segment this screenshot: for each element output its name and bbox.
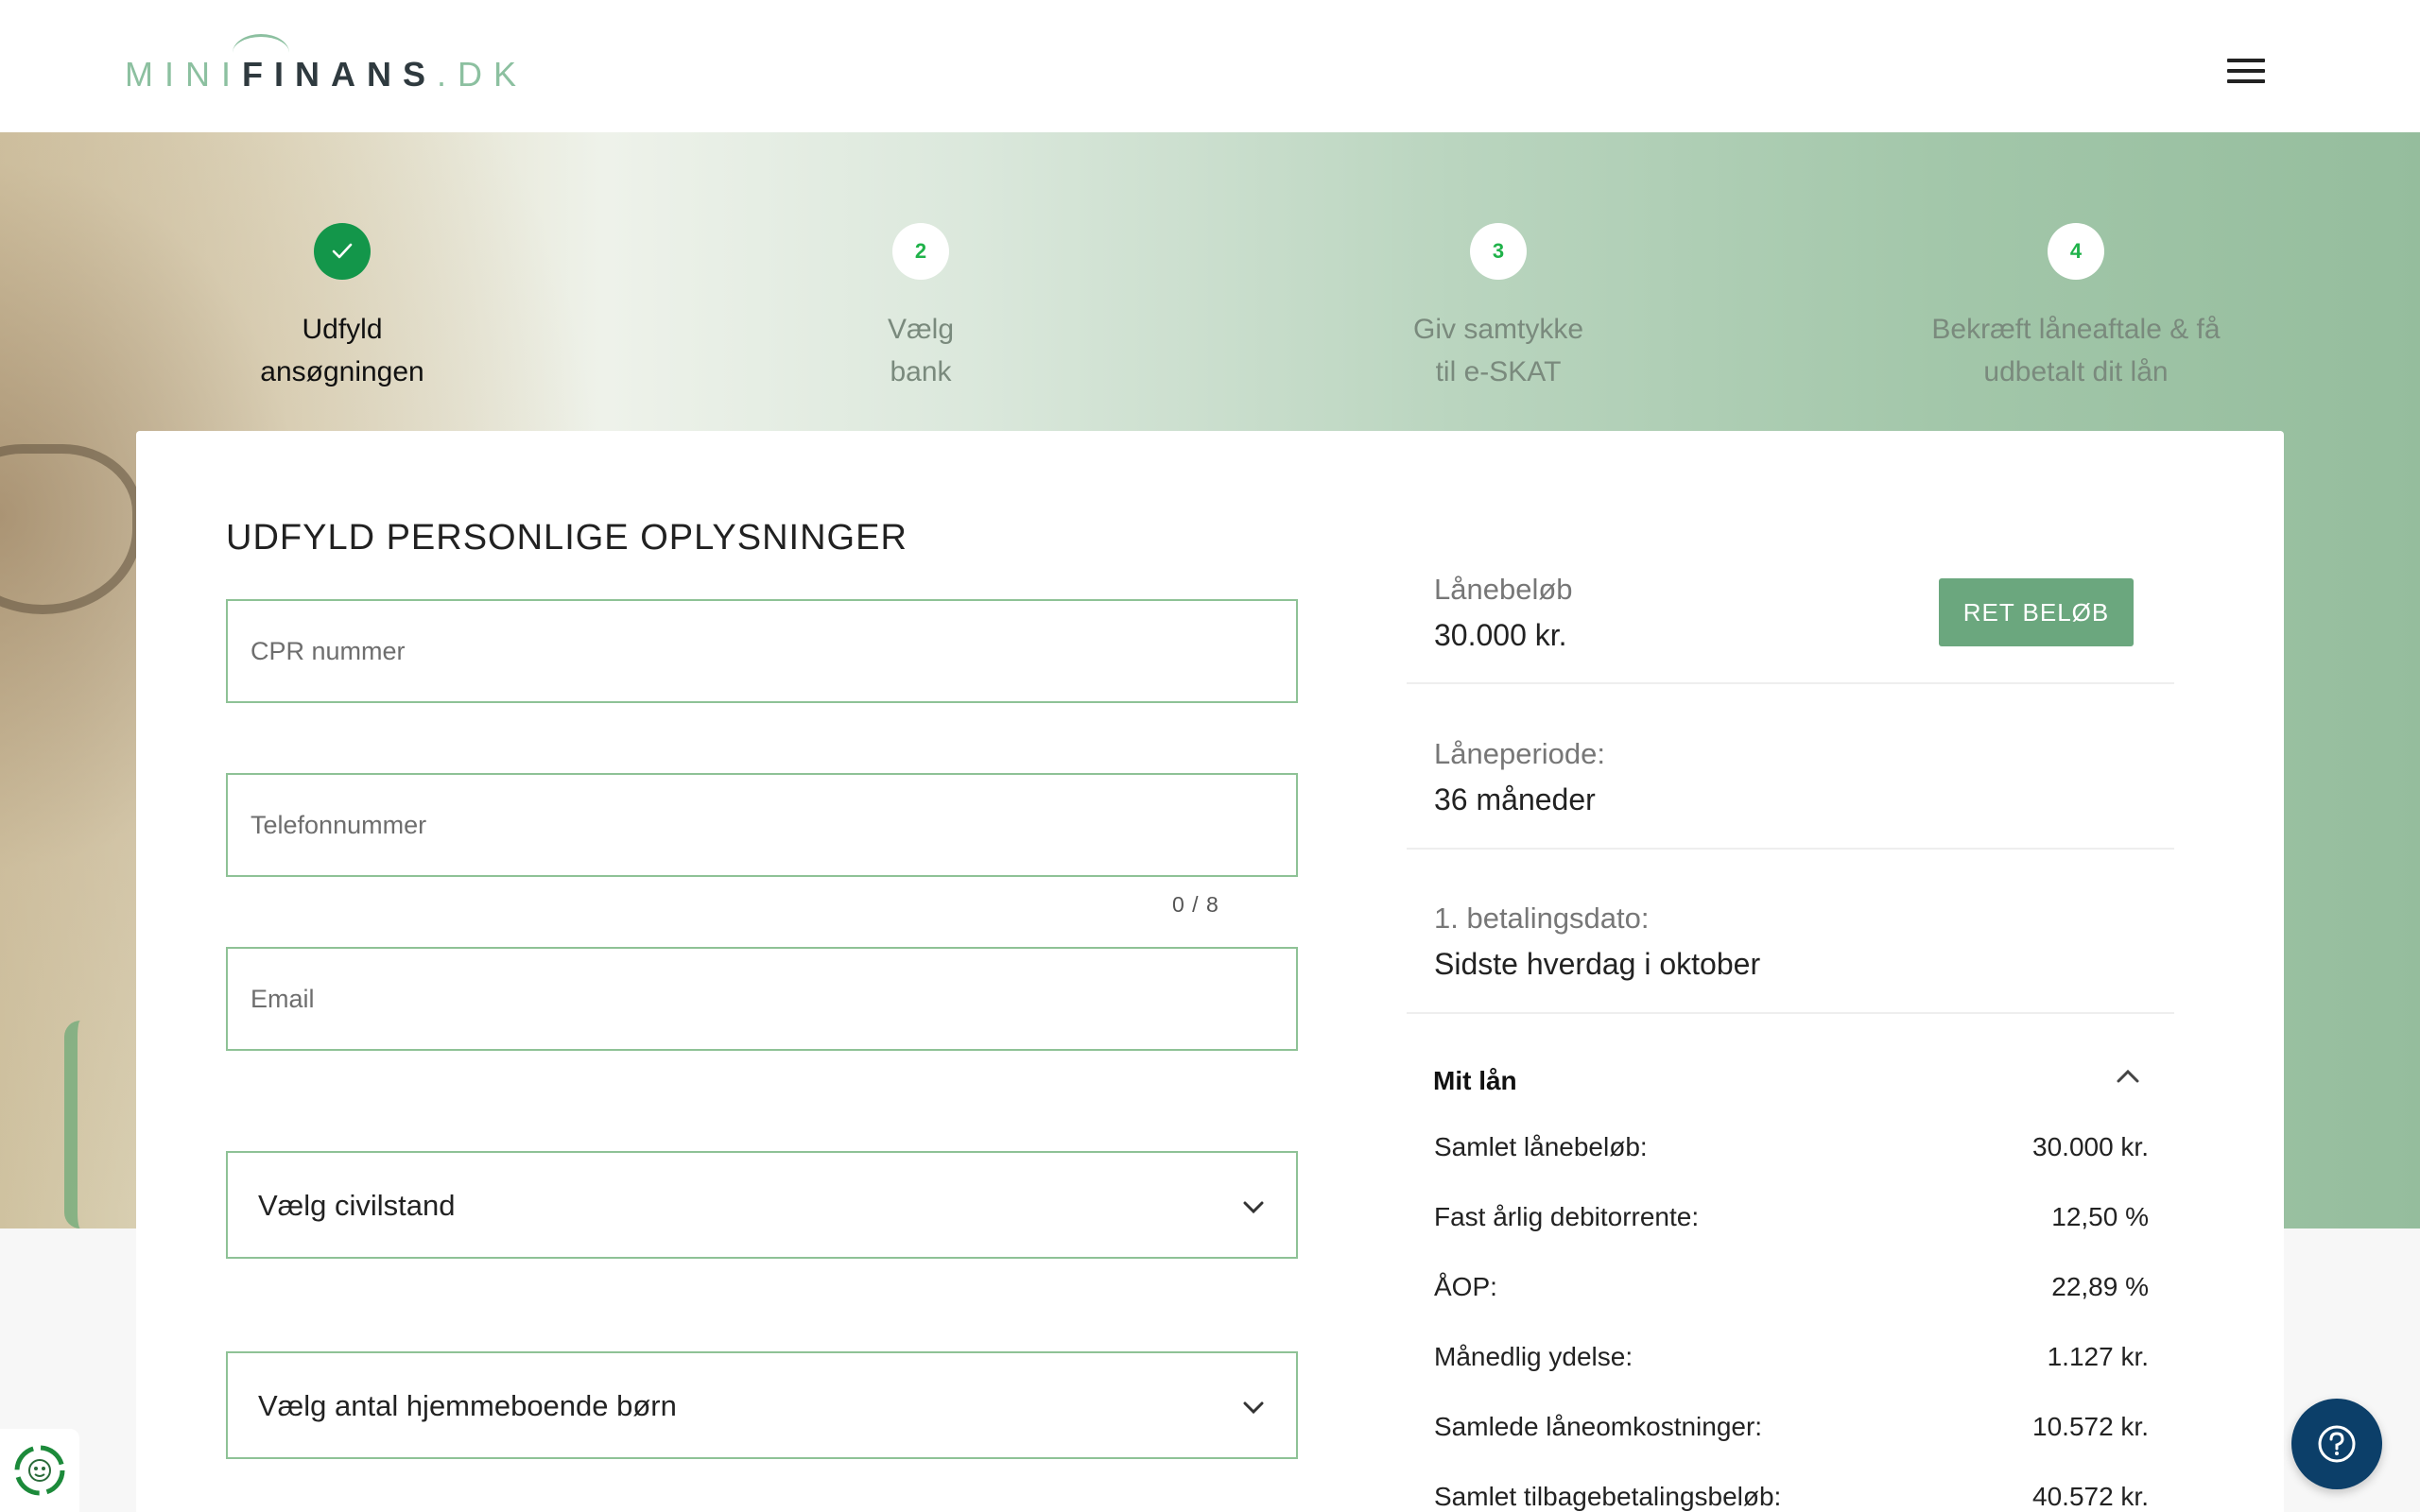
loan-row: Samlede låneomkostninger: 10.572 kr.	[1434, 1412, 2149, 1442]
email-input[interactable]	[228, 949, 1296, 1049]
step-2: 2 Vælg bank	[703, 223, 1138, 393]
step-3-line2: til e-SKAT	[1435, 356, 1562, 387]
loan-row-value: 12,50 %	[2051, 1202, 2149, 1231]
step-2-number: 2	[892, 223, 949, 280]
sustainability-badge[interactable]	[0, 1429, 79, 1512]
loan-row-label: Månedlig ydelse:	[1434, 1342, 1634, 1371]
my-loan-title[interactable]: Mit lån	[1433, 1066, 1517, 1096]
chevron-down-icon	[1243, 1401, 1264, 1415]
first-payment-label: 1. betalingsdato:	[1434, 902, 1650, 935]
loan-row-value: 10.572 kr.	[2032, 1412, 2149, 1441]
loan-amount-value: 30.000 kr.	[1434, 618, 1567, 652]
email-field[interactable]	[226, 947, 1298, 1051]
loan-period-label: Låneperiode:	[1434, 737, 1605, 770]
cpr-field[interactable]	[226, 599, 1298, 703]
hero-cord-shape	[64, 1021, 96, 1228]
loan-amount-label: Lånebeløb	[1434, 573, 1573, 606]
question-icon	[2318, 1425, 2356, 1463]
step-1-line1: Udfyld	[302, 314, 383, 345]
loan-row-label: ÅOP:	[1434, 1272, 1497, 1301]
phone-counter: 0 / 8	[1172, 892, 1219, 917]
summary-divider	[1407, 848, 2174, 850]
chevron-down-icon	[1243, 1201, 1264, 1214]
step-2-line1: Vælg	[887, 314, 955, 345]
step-1: Udfyld ansøgningen	[125, 223, 560, 393]
step-1-label: Udfyld ansøgningen	[125, 308, 560, 393]
loan-row: ÅOP: 22,89 %	[1434, 1272, 2149, 1302]
loan-row: Samlet tilbagebetalingsbeløb: 40.572 kr.	[1434, 1482, 2149, 1512]
step-4-line2: udbetalt dit lån	[1983, 356, 2169, 387]
loan-period-value: 36 måneder	[1434, 782, 1596, 816]
step-3-label: Giv samtykke til e-SKAT	[1281, 308, 1716, 393]
phone-field[interactable]	[226, 773, 1298, 877]
loan-row: Samlet lånebeløb: 30.000 kr.	[1434, 1132, 2149, 1162]
step-4-line1: Bekræft låneaftale & få	[1931, 314, 2221, 345]
form-title: UDFYLD PERSONLIGE OPLYSNINGER	[226, 518, 908, 558]
logo-arc-icon	[233, 34, 289, 72]
loan-row-label: Fast årlig debitorrente:	[1434, 1202, 1700, 1231]
loan-row-value: 40.572 kr.	[2032, 1482, 2149, 1511]
logo-dk: .DK	[437, 55, 528, 94]
phone-input[interactable]	[228, 775, 1296, 875]
step-3: 3 Giv samtykke til e-SKAT	[1281, 223, 1716, 393]
step-2-label: Vælg bank	[703, 308, 1138, 393]
loan-row-value: 1.127 kr.	[2047, 1342, 2149, 1371]
loan-row-label: Samlet tilbagebetalingsbeløb:	[1434, 1482, 1782, 1511]
children-select[interactable]: Vælg antal hjemmeboende børn	[226, 1351, 1298, 1459]
first-payment-value: Sidste hverdag i oktober	[1434, 947, 1761, 981]
help-button[interactable]	[2291, 1399, 2382, 1489]
hamburger-menu-icon[interactable]	[2227, 59, 2265, 83]
loan-row-label: Samlet lånebeløb:	[1434, 1132, 1648, 1161]
site-header: MINI FINANS .DK	[0, 0, 2420, 132]
logo-mini: MINI	[125, 55, 242, 94]
loan-row: Fast årlig debitorrente: 12,50 %	[1434, 1202, 2149, 1232]
loan-row: Månedlig ydelse: 1.127 kr.	[1434, 1342, 2149, 1372]
civilstand-select-label: Vælg civilstand	[258, 1189, 456, 1222]
children-select-label: Vælg antal hjemmeboende børn	[258, 1389, 677, 1422]
summary-divider	[1407, 682, 2174, 684]
step-4-label: Bekræft låneaftale & få udbetalt dit lån	[1858, 308, 2293, 393]
loan-row-value: 30.000 kr.	[2032, 1132, 2149, 1161]
step-3-number: 3	[1470, 223, 1527, 280]
recycle-icon	[14, 1445, 65, 1496]
logo-finans: FINANS	[233, 34, 437, 94]
civilstand-select[interactable]: Vælg civilstand	[226, 1151, 1298, 1259]
step-4: 4 Bekræft låneaftale & få udbetalt dit l…	[1858, 223, 2293, 393]
step-3-line1: Giv samtykke	[1412, 314, 1584, 345]
cpr-input[interactable]	[228, 601, 1296, 701]
step-1-line2: ansøgningen	[260, 356, 424, 387]
step-2-line2: bank	[890, 356, 952, 387]
loan-row-value: 22,89 %	[2051, 1272, 2149, 1301]
chevron-up-icon[interactable]	[2114, 1064, 2142, 1087]
loan-row-label: Samlede låneomkostninger:	[1434, 1412, 1763, 1441]
checkmark-icon	[314, 223, 371, 280]
summary-divider	[1407, 1012, 2174, 1014]
minifinans-logo[interactable]: MINI FINANS .DK	[125, 34, 528, 94]
edit-amount-button[interactable]: RET BELØB	[1939, 578, 2134, 646]
step-4-number: 4	[2048, 223, 2104, 280]
